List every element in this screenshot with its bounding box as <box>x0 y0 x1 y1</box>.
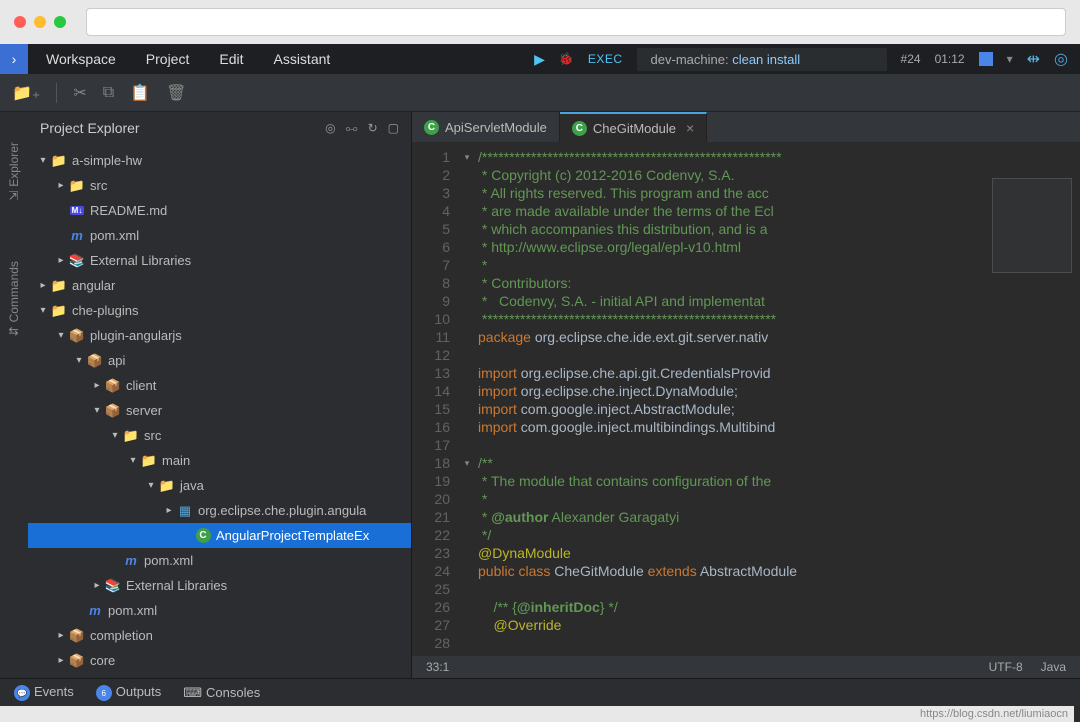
tree-node[interactable]: ▾📁a-simple-hw <box>28 148 411 173</box>
menu-toggle[interactable]: › <box>0 44 28 74</box>
project-explorer: Project Explorer ◎ ⧟ ↻ ▢ ▾📁a-simple-hw▸📁… <box>28 112 412 678</box>
paste-icon[interactable]: 📋 <box>130 83 150 103</box>
tree-node[interactable]: ▾📁che-plugins <box>28 298 411 323</box>
browser-chrome <box>0 0 1080 44</box>
tab-events[interactable]: 💬Events <box>14 684 74 702</box>
cursor-position: 33:1 <box>426 660 449 674</box>
delete-icon[interactable]: 🗑 <box>166 83 186 103</box>
tree-node[interactable]: mpom.xml <box>28 598 411 623</box>
menu-edit[interactable]: Edit <box>219 51 243 67</box>
run-number: #24 <box>901 52 921 66</box>
tree-node[interactable]: ▸📦core <box>28 648 411 673</box>
run-time: 01:12 <box>935 52 965 66</box>
copy-icon[interactable]: ⧉ <box>103 84 114 102</box>
tree-node[interactable]: ▾📁java <box>28 473 411 498</box>
stop-icon[interactable] <box>979 52 993 66</box>
fold-column: ▾▾ <box>460 142 474 656</box>
tree-node[interactable]: CAngularProjectTemplateEx <box>28 523 411 548</box>
editor-tab[interactable]: CApiServletModule <box>412 112 560 142</box>
tree-node[interactable]: ▸📚External Libraries <box>28 573 411 598</box>
tree-node[interactable]: ▸📁src <box>28 173 411 198</box>
tab-consoles[interactable]: ⌨Consoles <box>183 685 260 701</box>
target-icon[interactable]: ◎ <box>1054 49 1068 69</box>
command-selector[interactable]: dev-machine: clean install <box>637 48 887 71</box>
settings-icon[interactable]: ▢ <box>388 121 399 136</box>
bluetooth-icon[interactable]: ⇹ <box>1027 49 1040 69</box>
code-content[interactable]: /***************************************… <box>474 142 1080 656</box>
rail-explorer[interactable]: ⇲Explorer <box>7 142 21 201</box>
collapse-icon[interactable]: ⧟ <box>346 121 358 136</box>
editor-area: CApiServletModuleCCheGitModule× 12345678… <box>412 112 1080 678</box>
source-url: https://blog.csdn.net/liumiaocn <box>0 706 1074 722</box>
menu-workspace[interactable]: Workspace <box>46 51 116 67</box>
tree-node[interactable]: ▾📁main <box>28 448 411 473</box>
new-file-icon[interactable]: 📁₊ <box>12 83 40 103</box>
rail-commands[interactable]: ⇵Commands <box>7 261 21 336</box>
run-icon[interactable]: ▶ <box>534 51 545 68</box>
panel-title: Project Explorer <box>40 120 140 136</box>
window-controls <box>14 16 66 28</box>
editor-status: 33:1 UTF-8 Java <box>412 656 1080 678</box>
tree-node[interactable]: mpom.xml <box>28 548 411 573</box>
menu-project[interactable]: Project <box>146 51 190 67</box>
line-gutter: 1234567891011121314151617181920212223242… <box>412 142 460 656</box>
exec-label: EXEC <box>588 52 623 66</box>
tree-node[interactable]: ▸📚External Libraries <box>28 248 411 273</box>
left-rail: ⇲Explorer ⇵Commands <box>0 112 28 678</box>
tree-node[interactable]: ▸📦client <box>28 373 411 398</box>
tree-node[interactable]: ▸▦org.eclipse.che.plugin.angula <box>28 498 411 523</box>
debug-icon[interactable]: 🐞 <box>559 52 574 66</box>
tree-node[interactable]: ▾📦api <box>28 348 411 373</box>
locate-icon[interactable]: ◎ <box>325 121 335 136</box>
file-language[interactable]: Java <box>1041 660 1066 674</box>
tab-outputs[interactable]: 6Outputs <box>96 684 162 702</box>
address-bar[interactable] <box>86 8 1066 36</box>
bottom-panel: 💬Events 6Outputs ⌨Consoles <box>0 678 1080 706</box>
close-window[interactable] <box>14 16 26 28</box>
close-icon[interactable]: × <box>686 120 694 136</box>
editor-tab[interactable]: CCheGitModule× <box>560 112 707 142</box>
tree-node[interactable]: ▸📁angular <box>28 273 411 298</box>
tree-node[interactable]: ▾📦server <box>28 398 411 423</box>
menu-assistant[interactable]: Assistant <box>273 51 330 67</box>
toolbar: 📁₊ ✂ ⧉ 📋 🗑 <box>0 74 1080 112</box>
refresh-icon[interactable]: ↻ <box>368 121 378 136</box>
dropdown-icon[interactable]: ▾ <box>1007 52 1013 66</box>
minimize-window[interactable] <box>34 16 46 28</box>
minimap[interactable] <box>992 178 1072 273</box>
tree-node[interactable]: M↓README.md <box>28 198 411 223</box>
tree-node[interactable]: mpom.xml <box>28 223 411 248</box>
cut-icon[interactable]: ✂ <box>73 83 86 103</box>
menubar: › Workspace Project Edit Assistant ▶ 🐞 EXEC… <box>0 44 1080 74</box>
editor-tabs: CApiServletModuleCCheGitModule× <box>412 112 1080 142</box>
file-encoding[interactable]: UTF-8 <box>989 660 1023 674</box>
tree-node[interactable]: ▾📁src <box>28 423 411 448</box>
tree-node[interactable]: ▸📦completion <box>28 623 411 648</box>
maximize-window[interactable] <box>54 16 66 28</box>
tree-node[interactable]: ▾📦plugin-angularjs <box>28 323 411 348</box>
